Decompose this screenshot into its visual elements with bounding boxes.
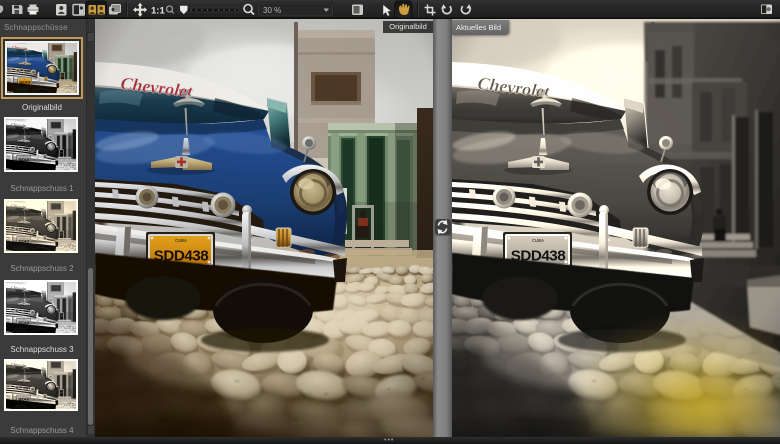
svg-text:30 %: 30 %: [263, 6, 281, 15]
svg-text:1:1: 1:1: [151, 6, 165, 17]
